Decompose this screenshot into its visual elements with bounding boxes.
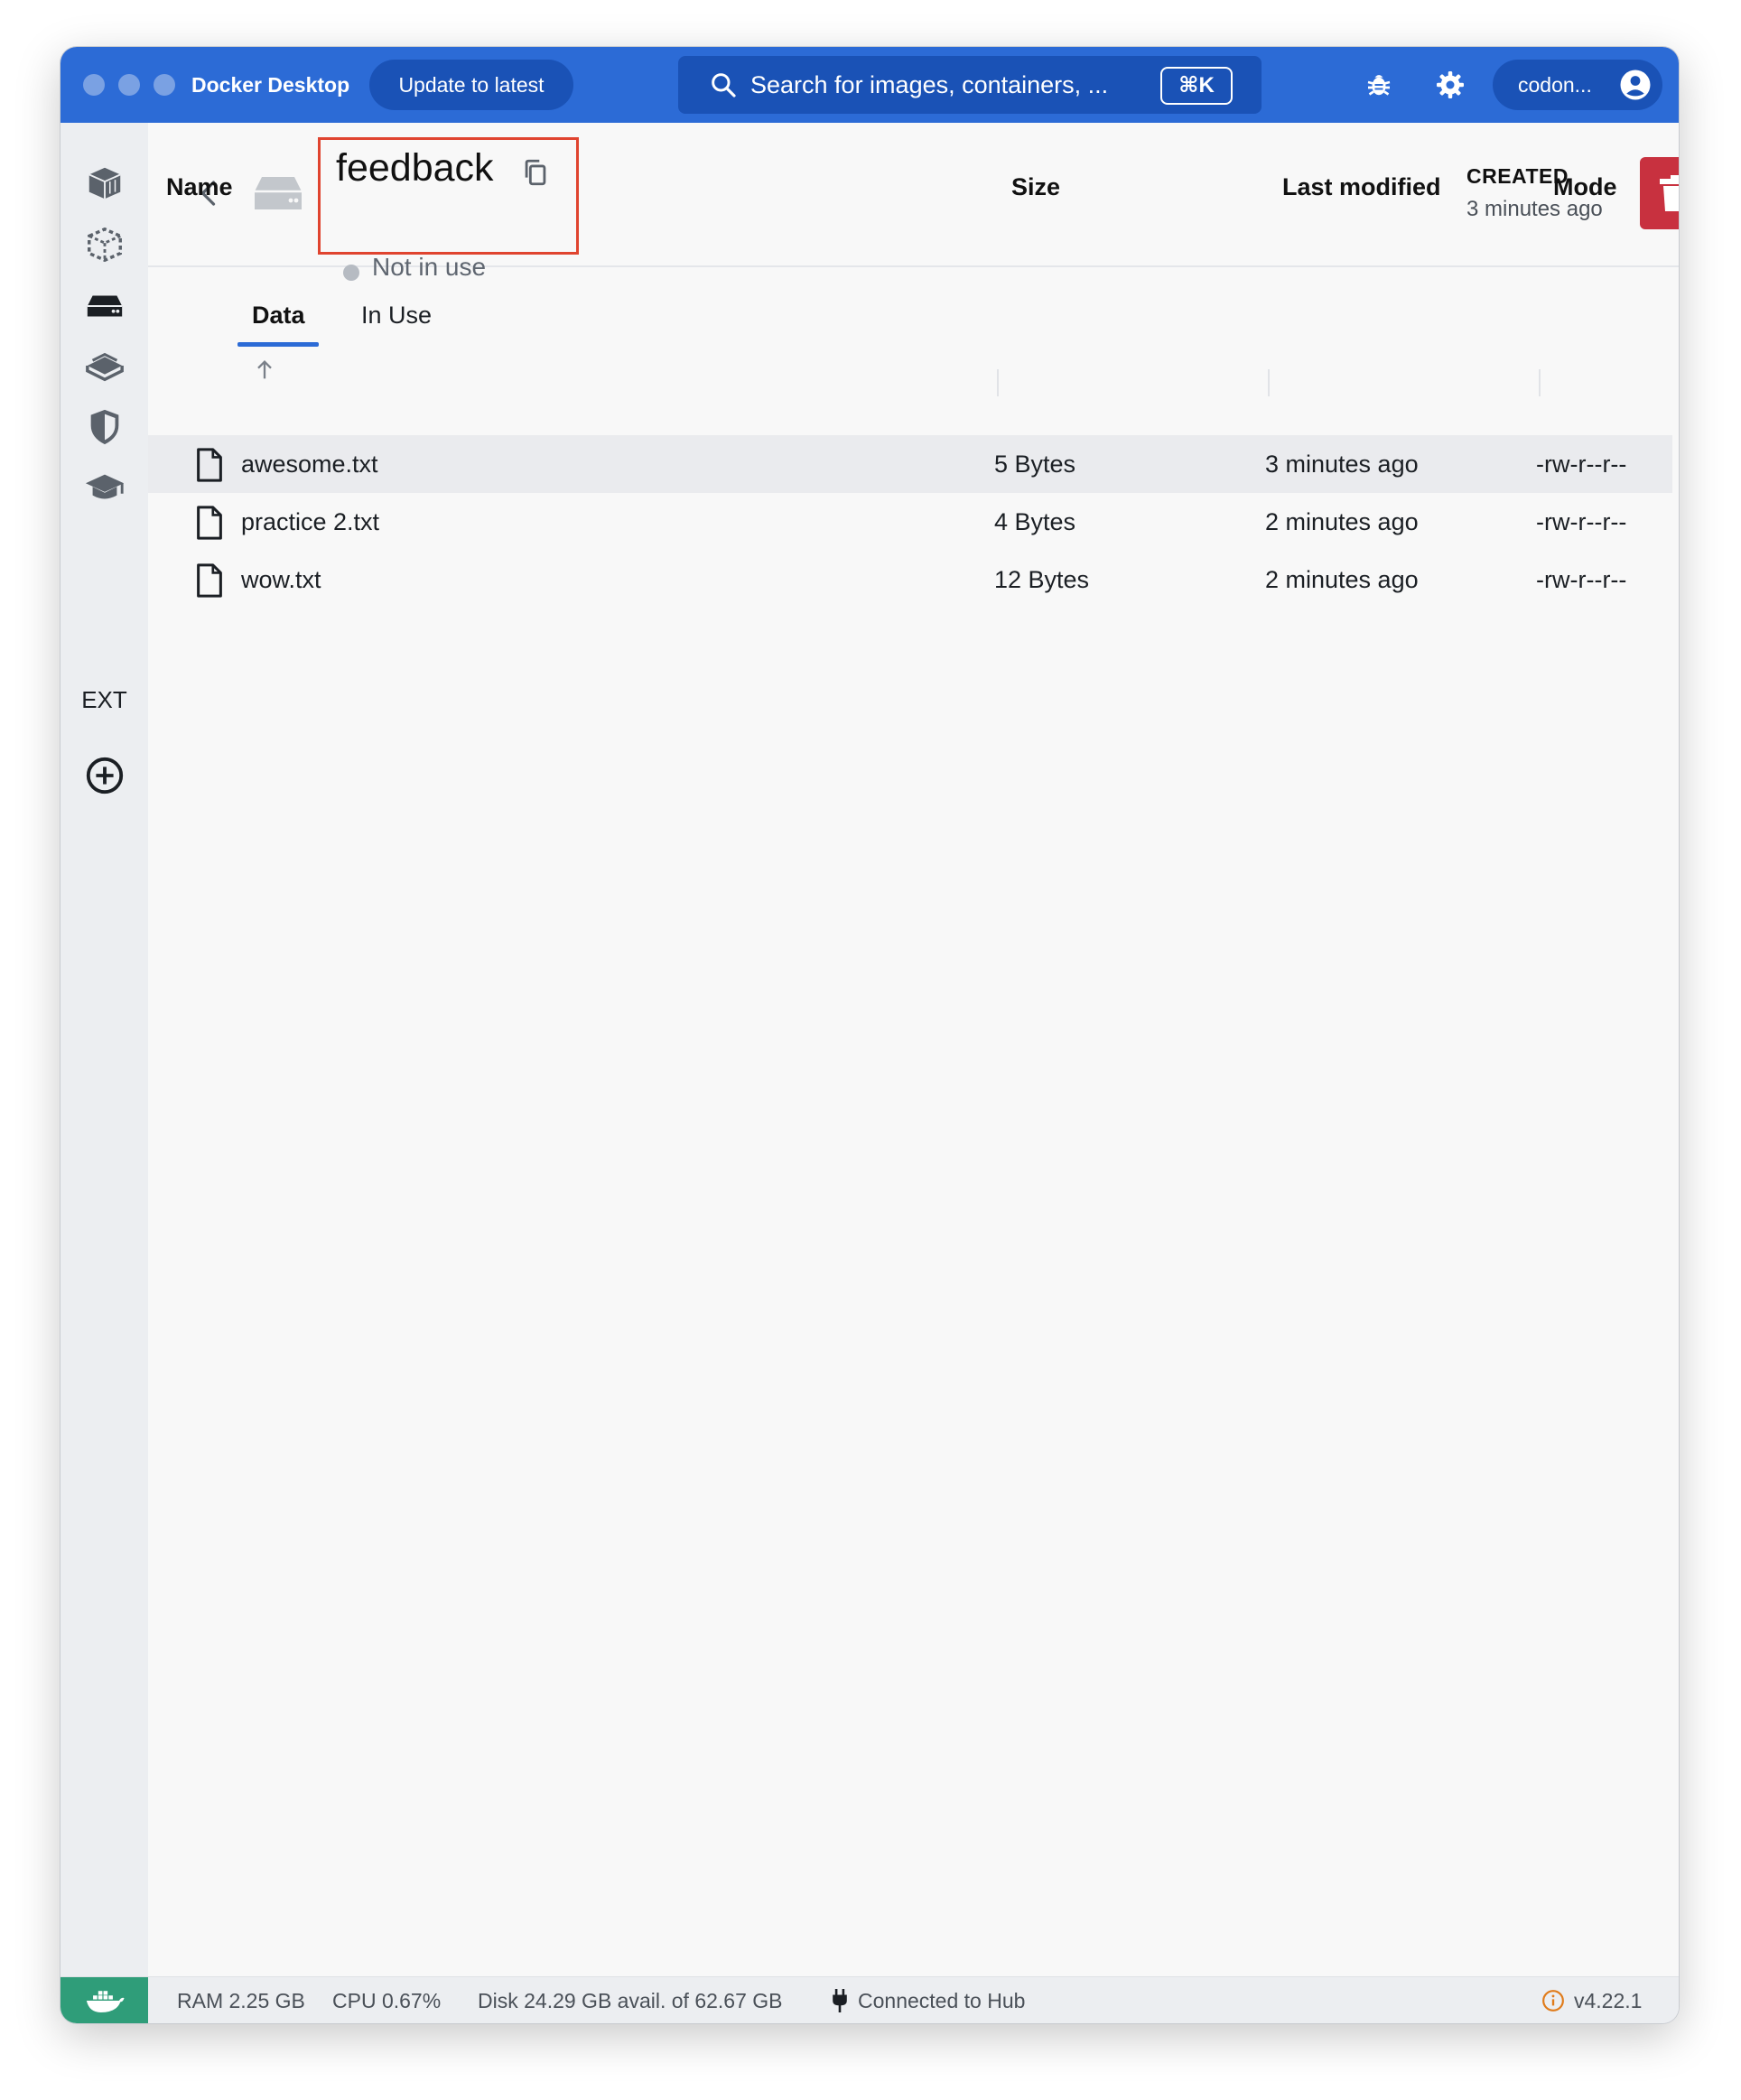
table-row[interactable]: awesome.txt 5 Bytes 3 minutes ago -rw-r-… <box>148 435 1672 493</box>
plug-icon <box>833 1989 847 2012</box>
file-name: practice 2.txt <box>241 508 380 535</box>
title-bar: Docker Desktop Update to latest Search f… <box>61 47 1679 123</box>
column-divider <box>1539 369 1541 396</box>
window-close-button[interactable] <box>83 74 105 96</box>
sidebar: EXT <box>61 123 148 1976</box>
disk-usage: Disk 24.29 GB avail. of 62.67 GB <box>478 1989 783 2012</box>
docker-whale-icon <box>86 1991 125 2012</box>
images-icon[interactable] <box>84 224 126 265</box>
settings-gear-icon[interactable] <box>1434 69 1466 101</box>
volume-status: Not in use <box>372 253 487 281</box>
window-zoom-button[interactable] <box>154 74 175 96</box>
file-icon <box>197 563 222 598</box>
active-tab-indicator <box>237 342 319 347</box>
ram-usage: RAM 2.25 GB <box>177 1989 305 2012</box>
search-icon <box>712 73 736 98</box>
app-title: Docker Desktop <box>191 73 350 97</box>
column-divider <box>997 369 999 396</box>
trash-icon <box>1660 175 1679 211</box>
account-name: codon... <box>1518 73 1592 97</box>
table-row[interactable]: wow.txt 12 Bytes 2 minutes ago -rw-r--r-… <box>148 551 1672 609</box>
column-header-mode[interactable]: Mode <box>1553 173 1617 201</box>
file-name: awesome.txt <box>241 451 378 478</box>
docker-scout-shield-icon[interactable] <box>84 406 126 448</box>
column-header-last-modified[interactable]: Last modified <box>1282 173 1441 201</box>
file-size: 5 Bytes <box>994 451 1076 478</box>
file-size: 4 Bytes <box>994 508 1076 535</box>
account-button[interactable]: codon... <box>1493 60 1662 110</box>
troubleshoot-bug-icon[interactable] <box>1363 69 1395 101</box>
volume-detail-panel: feedback Not in use CREATED 3 minutes ag… <box>148 123 1679 1976</box>
file-icon <box>197 506 222 540</box>
status-dot <box>343 265 359 281</box>
file-name: wow.txt <box>241 566 321 593</box>
app-version: v4.22.1 <box>1574 1989 1643 2012</box>
volume-drive-icon <box>255 177 302 209</box>
learning-center-icon[interactable] <box>84 468 126 509</box>
column-header-name[interactable]: Name <box>166 173 233 201</box>
file-mode: -rw-r--r-- <box>1536 451 1627 478</box>
file-size: 12 Bytes <box>994 566 1090 593</box>
extensions-label: EXT <box>81 686 127 713</box>
file-mode: -rw-r--r-- <box>1536 508 1627 535</box>
cpu-usage: CPU 0.67% <box>332 1989 442 2012</box>
volume-name: feedback <box>336 146 494 190</box>
file-modified: 2 minutes ago <box>1265 508 1419 535</box>
file-modified: 3 minutes ago <box>1265 451 1419 478</box>
search-placeholder: Search for images, containers, ... <box>750 71 1109 98</box>
file-modified: 2 minutes ago <box>1265 566 1419 593</box>
dev-environments-icon[interactable] <box>84 345 126 386</box>
hub-connection-status: Connected to Hub <box>858 1989 1026 2012</box>
window-minimize-button[interactable] <box>118 74 140 96</box>
update-button[interactable]: Update to latest <box>369 60 573 110</box>
file-mode: -rw-r--r-- <box>1536 566 1627 593</box>
update-info-icon[interactable] <box>1541 1989 1565 2012</box>
volume-header: feedback Not in use CREATED 3 minutes ag… <box>148 123 1679 281</box>
file-icon <box>197 448 222 482</box>
status-footer: RAM 2.25 GB CPU 0.67% Disk 24.29 GB avai… <box>61 1976 1679 2023</box>
column-divider <box>1268 369 1270 396</box>
table-row[interactable]: practice 2.txt 4 Bytes 2 minutes ago -rw… <box>148 493 1672 551</box>
global-search[interactable]: Search for images, containers, ... ⌘K <box>678 56 1262 114</box>
containers-icon[interactable] <box>84 163 126 204</box>
docker-desktop-window: Docker Desktop Update to latest Search f… <box>61 47 1679 2023</box>
delete-volume-button[interactable] <box>1640 157 1679 229</box>
account-avatar-icon <box>1620 70 1651 100</box>
copy-icon[interactable] <box>520 157 551 188</box>
volumes-icon[interactable] <box>84 285 126 327</box>
engine-status-button[interactable] <box>61 1977 148 2023</box>
tab-data[interactable]: Data <box>252 302 305 330</box>
sort-ascending-arrow-icon[interactable] <box>252 358 277 383</box>
tab-in-use[interactable]: In Use <box>361 302 432 330</box>
add-extension-icon[interactable] <box>84 755 126 796</box>
column-header-size[interactable]: Size <box>1011 173 1060 201</box>
search-shortcut-badge: ⌘K <box>1160 67 1233 105</box>
